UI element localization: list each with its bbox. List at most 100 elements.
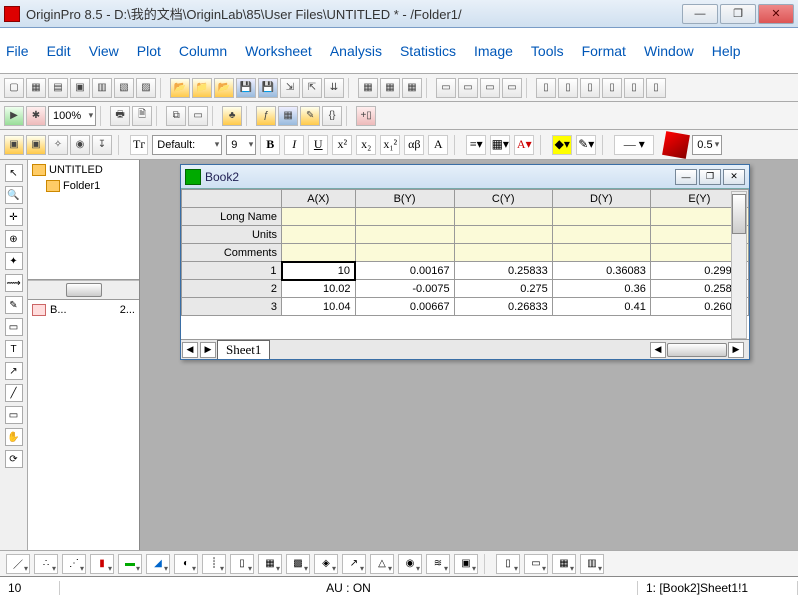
menu-view[interactable]: View — [89, 43, 119, 59]
font-color-button[interactable]: A▾ — [514, 135, 534, 155]
row-comments[interactable]: Comments — [182, 244, 282, 262]
maximize-button[interactable]: ❐ — [720, 4, 756, 24]
cell[interactable]: 0.25833 — [454, 262, 552, 280]
lamp-icon[interactable]: ◉ — [70, 135, 90, 155]
open-template-icon[interactable]: 📁 — [192, 78, 212, 98]
mask-tool-icon[interactable]: ⟿ — [5, 274, 23, 292]
subscript-button[interactable]: x₂ — [356, 135, 376, 155]
print-preview-icon[interactable]: 🗎 — [132, 106, 152, 126]
font-name-combo[interactable]: Default: — [152, 135, 222, 155]
stock-plot-icon[interactable]: ┊ — [202, 554, 226, 574]
line-width-combo[interactable]: 0.5 — [692, 135, 722, 155]
underline-button[interactable]: U — [308, 135, 328, 155]
run-icon[interactable]: ✱ — [26, 106, 46, 126]
hand-tool-icon[interactable]: ✋ — [5, 428, 23, 446]
menu-column[interactable]: Column — [179, 43, 227, 59]
col-header-c[interactable]: C(Y) — [454, 190, 552, 208]
corner-cell[interactable] — [182, 190, 282, 208]
close-button[interactable]: ✕ — [758, 4, 794, 24]
font-size-combo[interactable]: 9 — [226, 135, 256, 155]
menu-file[interactable]: File — [6, 43, 29, 59]
scatter-plot-icon[interactable]: ∴ — [34, 554, 58, 574]
cell[interactable]: 0.41 — [552, 298, 650, 316]
grid3-icon[interactable]: ▦ — [402, 78, 422, 98]
region-tool-icon[interactable]: ▭ — [5, 318, 23, 336]
layout4-icon[interactable]: ▭ — [502, 78, 522, 98]
reader-tool-icon[interactable]: ⊕ — [5, 230, 23, 248]
import-wizard-icon[interactable]: ⇲ — [280, 78, 300, 98]
menu-help[interactable]: Help — [712, 43, 741, 59]
menu-tools[interactable]: Tools — [531, 43, 564, 59]
fill-color-button[interactable]: ◆▾ — [552, 135, 572, 155]
drop-icon[interactable]: ↧ — [92, 135, 112, 155]
pick-tool-icon[interactable]: ✛ — [5, 208, 23, 226]
bold-button[interactable]: B — [260, 135, 280, 155]
row-units[interactable]: Units — [182, 226, 282, 244]
script-icon[interactable]: ✎ — [300, 106, 320, 126]
pie-plot-icon[interactable]: ◐ — [174, 554, 198, 574]
new-workbook-icon[interactable]: ▦ — [26, 78, 46, 98]
tree-folder[interactable]: Folder1 — [46, 180, 135, 192]
open-excel-icon[interactable]: 📂 — [214, 78, 234, 98]
column-plot-icon[interactable]: ▮ — [90, 554, 114, 574]
text-tool-icon[interactable]: T — [5, 340, 23, 358]
save-template-icon[interactable]: 💾 — [258, 78, 278, 98]
cell[interactable]: 10 — [282, 262, 356, 280]
ws-minimize-button[interactable]: — — [675, 169, 697, 185]
menu-worksheet[interactable]: Worksheet — [245, 43, 312, 59]
bucket2-icon[interactable]: ▣ — [26, 135, 46, 155]
minimize-button[interactable]: — — [682, 4, 718, 24]
arrange4-icon[interactable]: ▯ — [602, 78, 622, 98]
font-case-button[interactable]: A — [428, 135, 448, 155]
panel1-icon[interactable]: ▯ — [496, 554, 520, 574]
panel2-icon[interactable]: ▭ — [524, 554, 548, 574]
col-header-a[interactable]: A(X) — [282, 190, 356, 208]
vector-plot-icon[interactable]: ↗ — [342, 554, 366, 574]
linesymbol-plot-icon[interactable]: ⋰ — [62, 554, 86, 574]
project-tree[interactable]: UNTITLED Folder1 — [28, 160, 139, 280]
worksheet-vscroll[interactable] — [731, 191, 747, 339]
project-list[interactable]: B... 2... — [28, 300, 139, 550]
import-multi-icon[interactable]: ⇊ — [324, 78, 344, 98]
row-longname[interactable]: Long Name — [182, 208, 282, 226]
polar-plot-icon[interactable]: ◉ — [398, 554, 422, 574]
line-plot-icon[interactable]: ／ — [6, 554, 30, 574]
panel4-icon[interactable]: ▥ — [580, 554, 604, 574]
list-item[interactable]: B... 2... — [32, 304, 135, 316]
open-icon[interactable]: 📂 — [170, 78, 190, 98]
new-project-icon[interactable]: ▢ — [4, 78, 24, 98]
function-icon[interactable]: ƒ — [256, 106, 276, 126]
area-plot-icon[interactable]: ◢ — [146, 554, 170, 574]
cell[interactable]: 0.36 — [552, 280, 650, 298]
greek-button[interactable]: αβ — [404, 135, 424, 155]
tree-root[interactable]: UNTITLED — [32, 164, 135, 176]
contour-plot-icon[interactable]: ▦ — [258, 554, 282, 574]
layout3-icon[interactable]: ▭ — [480, 78, 500, 98]
menu-format[interactable]: Format — [582, 43, 626, 59]
tree-icon[interactable]: ♣ — [222, 106, 242, 126]
ternary-plot-icon[interactable]: △ — [370, 554, 394, 574]
line-tool-icon[interactable]: ╱ — [5, 384, 23, 402]
menu-statistics[interactable]: Statistics — [400, 43, 456, 59]
new-matrix-icon[interactable]: ▥ — [92, 78, 112, 98]
row-header[interactable]: 3 — [182, 298, 282, 316]
add-col-icon[interactable]: +▯ — [356, 106, 376, 126]
worksheet-grid[interactable]: A(X) B(Y) C(Y) D(Y) E(Y) Long Name Units… — [181, 189, 749, 339]
new-layout-icon[interactable]: ▧ — [114, 78, 134, 98]
data-tool-icon[interactable]: ✦ — [5, 252, 23, 270]
arrange3-icon[interactable]: ▯ — [580, 78, 600, 98]
box-plot-icon[interactable]: ▯ — [230, 554, 254, 574]
cell[interactable]: 0.00167 — [355, 262, 454, 280]
supsub-button[interactable]: x₁² — [380, 135, 400, 155]
sheet-tab[interactable]: Sheet1 — [217, 340, 270, 359]
font-family-icon[interactable]: Tг — [130, 135, 148, 155]
arrange6-icon[interactable]: ▯ — [646, 78, 666, 98]
line-color-button[interactable]: ✎▾ — [576, 135, 596, 155]
bar-plot-icon[interactable]: ▬ — [118, 554, 142, 574]
worksheet-window[interactable]: Book2 — ❐ ✕ A(X) B(Y) C(Y) D(Y) — [180, 164, 750, 360]
arrange5-icon[interactable]: ▯ — [624, 78, 644, 98]
align-button[interactable]: ≡▾ — [466, 135, 486, 155]
new-graph-icon[interactable]: ▣ — [70, 78, 90, 98]
arrow-tool-icon[interactable]: ↗ — [5, 362, 23, 380]
pointer-tool-icon[interactable]: ↖ — [5, 164, 23, 182]
